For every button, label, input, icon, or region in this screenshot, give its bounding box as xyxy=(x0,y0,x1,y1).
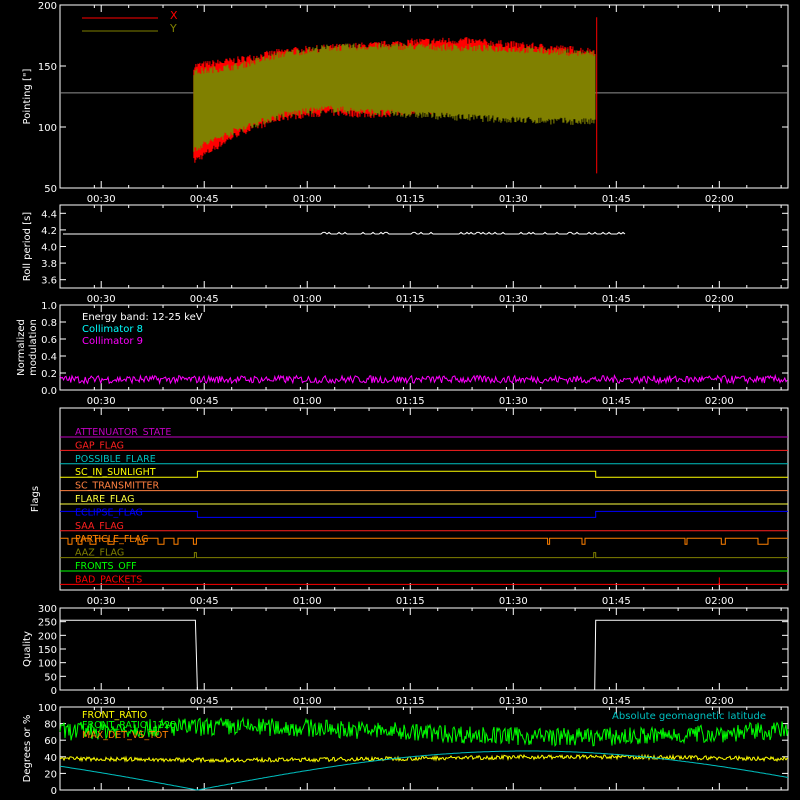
y-axis-label: Pointing ["] xyxy=(22,68,33,124)
flag-possible-flare-label: POSSIBLE_FLARE xyxy=(75,454,156,465)
y-tick-label: 20 xyxy=(44,769,57,780)
y-tick-label: 0.2 xyxy=(41,369,57,380)
y-tick-label: 0.8 xyxy=(41,318,57,329)
modulation-legend-1: Collimator 8 xyxy=(82,324,143,335)
legend-label-x: X xyxy=(170,9,178,22)
y-tick-label: 200 xyxy=(38,1,57,12)
y-tick-label: 80 xyxy=(44,720,57,731)
x-tick-label: 01:45 xyxy=(602,396,631,407)
y-tick-label: 150 xyxy=(38,62,57,73)
flag-sc-transmitter-label: SC_TRANSMITTER xyxy=(75,481,160,492)
y-tick-label: 3.6 xyxy=(41,276,57,287)
y-tick-label: 100 xyxy=(38,123,57,134)
x-tick-label: 01:30 xyxy=(499,294,528,305)
x-tick-label: 01:30 xyxy=(499,396,528,407)
y-axis-label: Flags xyxy=(30,486,41,512)
x-tick-label: 00:45 xyxy=(190,696,219,707)
y-tick-label: 150 xyxy=(38,645,57,656)
x-tick-label: 01:15 xyxy=(396,596,425,607)
x-tick-label: 01:30 xyxy=(499,596,528,607)
x-tick-label: 01:15 xyxy=(396,294,425,305)
flag-particle-flag-line xyxy=(60,537,788,545)
y-tick-label: 4.2 xyxy=(41,226,57,237)
y-tick-label: 3.8 xyxy=(41,259,57,270)
y-tick-label: 1.0 xyxy=(41,301,57,312)
x-tick-label: 00:45 xyxy=(190,396,219,407)
flag-attenuator-state-label: ATTENUATOR_STATE xyxy=(75,427,171,438)
y-tick-label: 60 xyxy=(44,736,57,747)
x-tick-label: 02:00 xyxy=(705,596,734,607)
y-tick-label: 0.4 xyxy=(41,352,57,363)
x-tick-label: 01:15 xyxy=(396,396,425,407)
modulation-legend-0: Energy band: 12-25 keV xyxy=(82,312,203,323)
x-tick-label: 01:00 xyxy=(293,696,322,707)
x-tick-label: 01:30 xyxy=(499,696,528,707)
flag-flare-flag-label: FLARE_FLAG xyxy=(75,494,135,505)
y-tick-label: 4.0 xyxy=(41,243,57,254)
flag-sc-in-sunlight-line xyxy=(60,470,788,478)
y-axis-label: Quality xyxy=(22,631,33,667)
x-tick-label: 01:30 xyxy=(499,194,528,205)
y-tick-label: 50 xyxy=(44,184,57,195)
y-tick-label: 250 xyxy=(38,618,57,629)
x-tick-label: 01:45 xyxy=(602,194,631,205)
y-tick-label: 0.0 xyxy=(41,386,57,397)
x-tick-label: 00:30 xyxy=(87,396,116,407)
modulation-legend-2: Collimator 9 xyxy=(82,336,143,347)
x-tick-label: 01:45 xyxy=(602,696,631,707)
figure: 00:30 00:45 01:00 01:15 01:30 01:45 02:00 50 100… xyxy=(16,1,789,797)
y-tick-label: 0 xyxy=(51,786,57,797)
y-tick-label: 50 xyxy=(44,672,57,683)
y-tick-label: 100 xyxy=(38,659,57,670)
x-tick-label: 01:45 xyxy=(602,596,631,607)
y-axis-label: Degrees or % xyxy=(22,715,33,783)
x-tick-label: 00:45 xyxy=(190,596,219,607)
flag-eclipse-flag-label: ECLIPSE_FLAG xyxy=(75,507,143,518)
flag-bad-packets-label: BAD_PACKETS xyxy=(75,574,142,585)
x-tick-label: 00:30 xyxy=(87,294,116,305)
x-tick-label: 02:00 xyxy=(705,194,734,205)
x-tick-label: 01:15 xyxy=(396,194,425,205)
flag-aaz-flag-label: AAZ_FLAG xyxy=(75,548,124,559)
y-axis-label: Roll period [s] xyxy=(22,212,33,281)
flag-saa-flag-label: GAP_FLAG xyxy=(75,440,124,451)
legend-label-y: Y xyxy=(169,22,177,35)
x-tick-label: 00:45 xyxy=(190,194,219,205)
geomagnetic-latitude-legend: Absolute geomagnetic latitude xyxy=(612,711,766,722)
x-tick-label: 00:30 xyxy=(87,194,116,205)
flag-fronts-off-label: FRONTS_OFF xyxy=(75,561,137,572)
x-tick-label: 01:00 xyxy=(293,194,322,205)
y-tick-label: 40 xyxy=(44,753,57,764)
x-tick-label: 01:00 xyxy=(293,396,322,407)
y-tick-label: 4.4 xyxy=(41,209,57,220)
roll-period-line xyxy=(63,231,626,235)
x-tick-label: 01:00 xyxy=(293,294,322,305)
y-axis-label-line2: modulation xyxy=(28,319,39,376)
y-axis-label-line1: Normalized xyxy=(16,319,27,376)
x-tick-label: 01:15 xyxy=(396,696,425,707)
x-tick-label: 00:30 xyxy=(87,596,116,607)
quality-line xyxy=(60,619,788,691)
flag-aaz-flag-line xyxy=(60,552,788,559)
panel-frame xyxy=(59,204,789,289)
flag-sc-in-sunlight-label: SC_IN_SUNLIGHT xyxy=(75,467,156,478)
flag-particle-flag-label: PARTICLE_FLAG xyxy=(75,534,148,545)
x-tick-label: 00:30 xyxy=(87,696,116,707)
y-tick-label: 0.6 xyxy=(41,335,57,346)
x-tick-label: 02:00 xyxy=(705,294,734,305)
flag-saa-flag-label: SAA_FLAG xyxy=(75,521,124,532)
x-tick-label: 02:00 xyxy=(705,696,734,707)
degrees-legend-2: MAX_DET_VS_TOT xyxy=(82,730,168,741)
x-tick-label: 00:45 xyxy=(190,294,219,305)
y-tick-label: 200 xyxy=(38,631,57,642)
modulation-collimator-9 xyxy=(59,373,788,386)
y-tick-label: 100 xyxy=(38,703,57,714)
y-tick-label: 300 xyxy=(38,604,57,615)
x-tick-label: 01:45 xyxy=(602,294,631,305)
x-tick-label: 01:00 xyxy=(293,596,322,607)
x-tick-label: 02:00 xyxy=(705,396,734,407)
y-tick-label: 0 xyxy=(51,686,57,697)
flag-eclipse-flag-line xyxy=(60,510,788,518)
